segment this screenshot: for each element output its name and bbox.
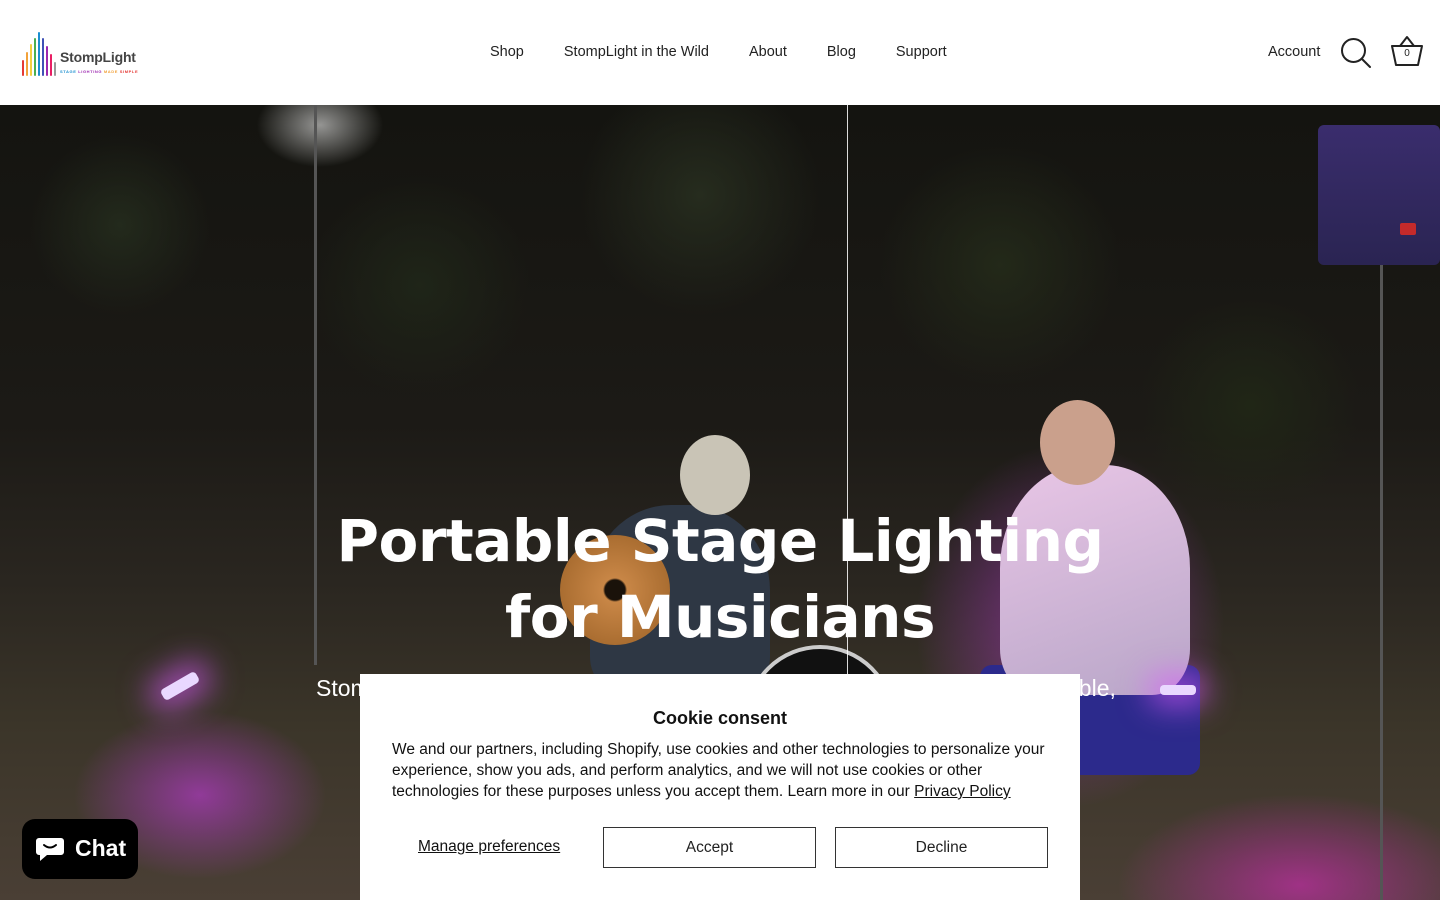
decline-button[interactable]: Decline <box>835 827 1048 868</box>
nav-item-support[interactable]: Support <box>876 44 967 60</box>
cookie-consent-text: We and our partners, including Shopify, … <box>392 741 1045 800</box>
cookie-consent-title: Cookie consent <box>652 708 788 728</box>
logo-light-bars-icon <box>22 32 60 76</box>
search-icon[interactable] <box>1340 37 1372 69</box>
logo-wordmark: StompLight <box>60 49 136 65</box>
nav-item-shop[interactable]: Shop <box>470 44 544 60</box>
nav-item-blog[interactable]: Blog <box>807 44 876 60</box>
chat-bubble-icon <box>36 838 64 861</box>
account-link[interactable]: Account <box>1268 44 1320 60</box>
stomplight-logo[interactable]: StompLight STAGE LIGHTING MADE SIMPLE <box>22 30 152 78</box>
logo-tagline: STAGE LIGHTING MADE SIMPLE <box>60 69 139 74</box>
site-header: StompLight STAGE LIGHTING MADE SIMPLE Sh… <box>0 0 1440 105</box>
nav-item-about[interactable]: About <box>729 44 807 60</box>
stomplight-lamp-right <box>1160 685 1196 695</box>
stomplight-lamp-left <box>159 670 201 702</box>
chat-button[interactable]: Chat <box>22 819 138 879</box>
pa-speaker <box>1318 125 1440 265</box>
speaker-stand <box>1380 265 1383 900</box>
speaker-brand-mark <box>1400 223 1416 235</box>
basket-icon[interactable]: 0 <box>1389 34 1425 68</box>
privacy-policy-link[interactable]: Privacy Policy <box>914 783 1010 800</box>
cart-count-badge: 0 <box>1404 48 1410 59</box>
manage-preferences-link[interactable]: Manage preferences <box>418 838 560 856</box>
hero-title: Portable Stage Lighting for Musicians <box>336 507 1105 651</box>
light-stand <box>314 105 317 665</box>
cookie-consent-dialog: Cookie consent We and our partners, incl… <box>360 674 1080 900</box>
main-nav: Shop StompLight in the Wild About Blog S… <box>470 44 967 60</box>
accept-button[interactable]: Accept <box>603 827 816 868</box>
chat-label: Chat <box>75 835 127 861</box>
nav-item-stomplight-in-the-wild[interactable]: StompLight in the Wild <box>544 44 729 60</box>
bassist-head <box>1040 400 1115 485</box>
